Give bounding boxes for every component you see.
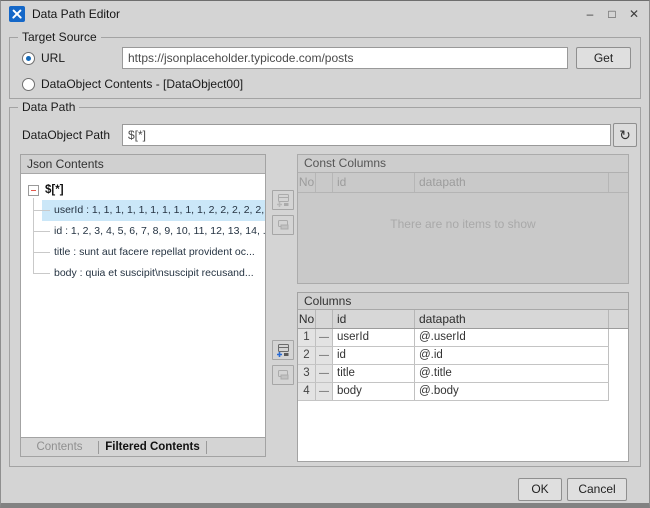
add-column-button[interactable] [272, 340, 294, 360]
col-header-handle [316, 310, 333, 328]
maximize-button[interactable]: □ [601, 2, 623, 26]
cell-id[interactable]: id [333, 347, 415, 364]
remove-table-row-icon [276, 369, 290, 382]
remove-column-button[interactable] [272, 365, 294, 385]
dataobject-radio[interactable]: DataObject Contents - [DataObject00] [22, 77, 243, 91]
refresh-button[interactable]: ↻ [613, 123, 637, 147]
cell-datapath[interactable]: @.userId [415, 329, 609, 346]
cell-id[interactable]: title [333, 365, 415, 382]
get-button[interactable]: Get [576, 47, 631, 69]
remove-table-row-icon [276, 219, 290, 232]
cancel-button[interactable]: Cancel [567, 478, 627, 501]
row-number: 1 [298, 329, 316, 346]
target-source-group: Target Source URL Get DataObject Content… [9, 37, 641, 99]
tree-item-userid[interactable]: userId : 1, 1, 1, 1, 1, 1, 1, 1, 1, 1, 2… [21, 200, 265, 221]
tree-item-body[interactable]: body : quia et suscipit\nsuscipit recusa… [21, 263, 265, 284]
row-handle-icon[interactable]: — [316, 383, 333, 400]
url-radio-label: URL [41, 51, 65, 65]
collapse-icon[interactable] [28, 185, 39, 196]
cell-datapath[interactable]: @.body [415, 383, 609, 400]
const-columns-panel: Const Columns No id datapath There are n… [297, 154, 629, 284]
add-table-row-icon [276, 344, 290, 357]
row-number: 2 [298, 347, 316, 364]
contents-tab-bar: Contents Filtered Contents [21, 437, 265, 456]
json-contents-panel: Json Contents $[*] userId : 1, 1, 1, 1, … [20, 154, 266, 457]
col-header-no: No [298, 173, 316, 192]
data-path-group: Data Path DataObject Path ↻ Json Content… [9, 107, 641, 467]
col-header-datapath: datapath [415, 173, 609, 192]
cell-datapath[interactable]: @.title [415, 365, 609, 382]
data-path-label: Data Path [18, 100, 79, 114]
tab-filtered-contents[interactable]: Filtered Contents [99, 438, 206, 456]
window-title: Data Path Editor [32, 7, 120, 21]
columns-table-header: No id datapath [298, 310, 628, 329]
col-header-no: No [298, 310, 316, 328]
col-header-spacer [609, 310, 628, 328]
title-bar: Data Path Editor – □ ✕ [1, 1, 649, 27]
json-contents-header: Json Contents [21, 155, 265, 174]
columns-panel: Columns No id datapath 1 — userId @.user… [297, 292, 629, 462]
dataobject-path-label: DataObject Path [22, 128, 110, 142]
table-row[interactable]: 4 — body @.body [298, 383, 609, 401]
ok-button[interactable]: OK [518, 478, 562, 501]
add-table-row-icon [276, 194, 290, 207]
dataobject-path-input[interactable] [122, 124, 611, 146]
table-row[interactable]: 3 — title @.title [298, 365, 609, 383]
refresh-icon: ↻ [619, 127, 631, 143]
tab-separator [206, 441, 207, 454]
tree-item-title[interactable]: title : sunt aut facere repellat provide… [21, 242, 265, 263]
url-input[interactable] [122, 47, 568, 69]
row-number: 3 [298, 365, 316, 382]
const-columns-header: Const Columns [298, 155, 628, 173]
table-row[interactable]: 2 — id @.id [298, 347, 609, 365]
col-header-spacer [609, 173, 628, 192]
columns-header: Columns [298, 293, 628, 310]
dataobject-radio-circle[interactable] [22, 78, 35, 91]
const-columns-table-header: No id datapath [298, 173, 628, 193]
app-logo-icon [9, 6, 25, 22]
cell-id[interactable]: userId [333, 329, 415, 346]
tab-contents[interactable]: Contents [21, 438, 98, 456]
json-tree: $[*] userId : 1, 1, 1, 1, 1, 1, 1, 1, 1,… [21, 175, 265, 437]
row-handle-icon[interactable]: — [316, 365, 333, 382]
remove-const-column-button[interactable] [272, 215, 294, 235]
table-row[interactable]: 1 — userId @.userId [298, 329, 609, 347]
col-header-id: id [333, 310, 415, 328]
col-header-id: id [333, 173, 415, 192]
url-radio-circle[interactable] [22, 52, 35, 65]
tree-root-label: $[*] [45, 184, 64, 196]
row-handle-icon[interactable]: — [316, 347, 333, 364]
cell-id[interactable]: body [333, 383, 415, 400]
row-number: 4 [298, 383, 316, 400]
minimize-button[interactable]: – [579, 2, 601, 26]
dataobject-radio-label: DataObject Contents - [DataObject00] [41, 77, 243, 91]
col-header-datapath: datapath [415, 310, 609, 328]
data-path-editor-dialog: Data Path Editor – □ ✕ Target Source URL… [0, 0, 650, 508]
url-radio[interactable]: URL [22, 51, 65, 65]
row-handle-icon[interactable]: — [316, 329, 333, 346]
empty-message: There are no items to show [298, 217, 628, 231]
target-source-label: Target Source [18, 30, 101, 44]
close-button[interactable]: ✕ [623, 2, 645, 26]
add-const-column-button[interactable] [272, 190, 294, 210]
col-header-handle [316, 173, 333, 192]
tree-item-id[interactable]: id : 1, 2, 3, 4, 5, 6, 7, 8, 9, 10, 11, … [21, 221, 265, 242]
tree-root-node[interactable]: $[*] [21, 180, 265, 200]
cell-datapath[interactable]: @.id [415, 347, 609, 364]
